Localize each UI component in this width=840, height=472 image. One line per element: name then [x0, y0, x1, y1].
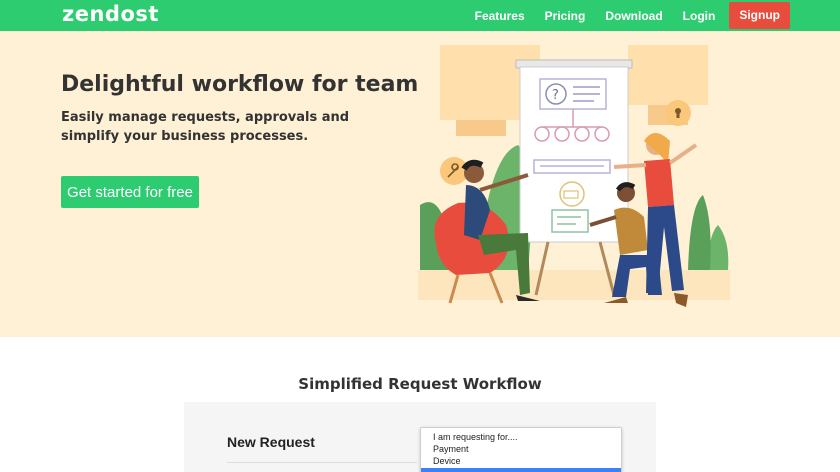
svg-text:?: ?	[552, 88, 559, 103]
dropdown-option-placeholder[interactable]: I am requesting for....	[421, 431, 621, 443]
request-type-dropdown[interactable]: I am requesting for.... Payment Device	[420, 427, 622, 472]
heading-divider	[227, 462, 417, 463]
logo[interactable]: zendost	[62, 2, 159, 26]
request-demo-panel: New Request I am requesting for.... Paym…	[184, 402, 656, 472]
nav-link-pricing[interactable]: Pricing	[545, 9, 586, 23]
new-request-heading: New Request	[227, 434, 315, 450]
get-started-button[interactable]: Get started for free	[61, 176, 199, 208]
team-workflow-illustration: ?	[418, 45, 730, 307]
navbar: zendost Features Pricing Download Login …	[0, 0, 840, 31]
nav-links: Features Pricing Download Login Signup	[455, 2, 790, 29]
dropdown-option-device[interactable]: Device	[421, 455, 621, 467]
hero-title: Delightful workflow for team	[61, 72, 419, 97]
dropdown-option-highlighted[interactable]	[421, 468, 621, 472]
nav-link-login[interactable]: Login	[683, 9, 716, 23]
hero-section: Delightful workflow for team Easily mana…	[0, 31, 840, 337]
dropdown-option-payment[interactable]: Payment	[421, 443, 621, 455]
section-title: Simplified Request Workflow	[298, 375, 542, 393]
nav-link-features[interactable]: Features	[475, 9, 525, 23]
nav-link-download[interactable]: Download	[605, 9, 662, 23]
signup-button[interactable]: Signup	[729, 2, 790, 29]
hero-subtitle: Easily manage requests, approvals and si…	[61, 110, 350, 144]
